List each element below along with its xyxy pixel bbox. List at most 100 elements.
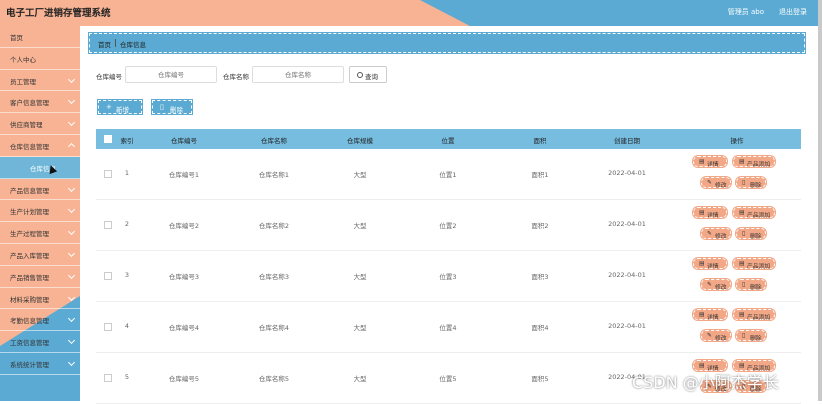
detail-icon: ▤ bbox=[699, 260, 705, 267]
product-add-button[interactable]: ▤ 产品添加 bbox=[732, 257, 776, 270]
sidebar-item-label: 考勤信息管理 bbox=[10, 317, 49, 326]
sidebar-item[interactable]: 客户信息管理 bbox=[0, 91, 80, 114]
add-button-label: 新增 bbox=[116, 106, 129, 114]
table-cell: 位置2 bbox=[439, 222, 457, 230]
table-row: 2 仓库编号2 仓库名称2 大型 位置2 面积2 2022-04-01 ▤ 详情 ▤ 产品添加 ✎ 修改… bbox=[96, 200, 801, 251]
warehouse-code-input[interactable] bbox=[125, 66, 217, 83]
sidebar-item[interactable]: 个人中心 bbox=[0, 48, 80, 70]
sidebar-item[interactable]: 产品入库管理 bbox=[0, 244, 80, 266]
row-checkbox[interactable] bbox=[104, 170, 112, 178]
sidebar-item[interactable]: 工资信息管理 bbox=[0, 331, 80, 353]
add-button[interactable]: + 新增 bbox=[97, 99, 143, 115]
edit-button[interactable]: ✎ 修改 bbox=[700, 278, 732, 291]
table-cell: 大型 bbox=[353, 375, 367, 383]
detail-button-label: 详情 bbox=[707, 314, 719, 321]
delete-button[interactable]: ▯ 删除 bbox=[735, 227, 767, 240]
breadcrumb-home[interactable]: 首页 bbox=[98, 39, 111, 49]
row-checkbox[interactable] bbox=[104, 221, 112, 229]
delete-button[interactable]: ▯ 删除 bbox=[735, 176, 767, 189]
sidebar-item-label: 生产过程管理 bbox=[10, 230, 49, 239]
sidebar-item[interactable]: 材料采购管理 bbox=[0, 288, 80, 310]
table-cell: 位置3 bbox=[439, 273, 457, 281]
scrollbar[interactable] bbox=[818, 0, 822, 401]
edit-button-label: 修改 bbox=[715, 182, 727, 189]
detail-button[interactable]: ▤ 详情 bbox=[692, 206, 728, 219]
sidebar-item-label: 工资信息管理 bbox=[10, 339, 49, 348]
table-cell: 位置1 bbox=[439, 171, 457, 179]
table-cell: 位置5 bbox=[439, 375, 457, 383]
sidebar-item[interactable]: 产品信息管理 bbox=[0, 179, 80, 201]
sidebar-item[interactable]: 考勤信息管理 bbox=[0, 309, 80, 332]
edit-button[interactable]: ✎ 修改 bbox=[700, 329, 732, 342]
sidebar-item-label: 个人中心 bbox=[10, 55, 36, 64]
edit-icon: ✎ bbox=[707, 281, 712, 288]
table-row: 3 仓库编号3 仓库名称3 大型 位置3 面积3 2022-04-01 ▤ 详情 ▤ 产品添加 ✎ 修改… bbox=[96, 251, 801, 302]
chevron-down-icon bbox=[67, 206, 76, 214]
sidebar-subitem[interactable]: 仓库信息 bbox=[0, 156, 80, 179]
table-cell: 仓库编号2 bbox=[168, 222, 200, 230]
sidebar-item[interactable]: 系统统计管理 bbox=[0, 353, 80, 375]
sidebar-item[interactable]: 生产计划管理 bbox=[0, 200, 80, 223]
delete-button-label: 删除 bbox=[750, 233, 762, 240]
edit-button[interactable]: ✎ 修改 bbox=[700, 227, 732, 240]
chevron-down-icon bbox=[67, 228, 76, 236]
table-cell: 面积2 bbox=[531, 222, 549, 230]
sidebar-item-label: 产品销售管理 bbox=[10, 273, 49, 282]
chevron-down-icon bbox=[67, 97, 76, 105]
trash-icon: ▯ bbox=[742, 179, 746, 186]
select-all-checkbox[interactable] bbox=[104, 135, 112, 143]
detail-button[interactable]: ▤ 详情 bbox=[692, 257, 728, 270]
table-cell: 5 bbox=[124, 373, 130, 381]
detail-button-label: 详情 bbox=[707, 263, 719, 270]
product-add-button-label: 产品添加 bbox=[747, 212, 771, 219]
detail-button[interactable]: ▤ 详情 bbox=[692, 308, 728, 321]
delete-button-label: 删除 bbox=[750, 335, 762, 342]
table-cell: 仓库名称2 bbox=[258, 222, 290, 230]
sidebar-item[interactable]: 员工管理 bbox=[0, 70, 80, 92]
query-button[interactable]: 查询 bbox=[349, 66, 387, 83]
edit-button-label: 修改 bbox=[715, 284, 727, 291]
table-cell: 2022-04-01 bbox=[608, 271, 646, 279]
row-checkbox[interactable] bbox=[104, 323, 112, 331]
edit-icon: ✎ bbox=[707, 230, 712, 237]
batch-delete-button[interactable]: ▯ 删除 bbox=[151, 99, 193, 115]
sidebar-item[interactable]: 供应商管理 bbox=[0, 113, 80, 135]
row-checkbox[interactable] bbox=[104, 374, 112, 382]
sidebar: 首页个人中心员工管理 客户信息管理 供应商管理 仓库信息管理 仓库信息 产品信息管理 生产计… bbox=[0, 26, 80, 401]
chevron-down-icon bbox=[67, 249, 76, 258]
delete-button-label: 删除 bbox=[750, 284, 762, 291]
trash-icon: ▯ bbox=[160, 103, 164, 111]
sidebar-item[interactable]: 产品销售管理 bbox=[0, 266, 80, 288]
table-body: 1 仓库编号1 仓库名称1 大型 位置1 面积1 2022-04-01 ▤ 详情 ▤ 产品添加 ✎ 修改… bbox=[96, 149, 801, 404]
product-add-button-label: 产品添加 bbox=[747, 263, 771, 270]
sidebar-item[interactable]: 生产过程管理 bbox=[0, 222, 80, 244]
sidebar-item[interactable]: 仓库信息管理 bbox=[0, 135, 80, 157]
table-cell: 面积5 bbox=[531, 375, 549, 383]
detail-button[interactable]: ▤ 详情 bbox=[692, 155, 728, 168]
breadcrumb-separator bbox=[115, 39, 116, 47]
chevron-down-icon bbox=[67, 184, 76, 192]
detail-icon: ▤ bbox=[699, 209, 705, 216]
search-icon bbox=[357, 72, 363, 78]
warehouse-name-input[interactable] bbox=[252, 66, 344, 83]
trash-icon: ▯ bbox=[742, 281, 746, 288]
product-add-button[interactable]: ▤ 产品添加 bbox=[732, 206, 776, 219]
product-add-button[interactable]: ▤ 产品添加 bbox=[732, 155, 776, 168]
delete-button[interactable]: ▯ 删除 bbox=[735, 278, 767, 291]
sidebar-item[interactable]: 首页 bbox=[0, 26, 80, 48]
chevron-down-icon bbox=[67, 315, 76, 323]
top-header: 电子工厂进销存管理系统 管理员 abo 退出登录 bbox=[0, 0, 822, 26]
edit-button[interactable]: ✎ 修改 bbox=[700, 176, 732, 189]
product-add-icon: ▤ bbox=[739, 209, 745, 216]
delete-button[interactable]: ▯ 删除 bbox=[735, 329, 767, 342]
table-cell: 大型 bbox=[353, 273, 367, 281]
plus-icon: + bbox=[106, 103, 112, 111]
column-header: 仓库编号 bbox=[171, 137, 197, 145]
logout-link[interactable]: 退出登录 bbox=[779, 7, 807, 17]
product-add-button[interactable]: ▤ 产品添加 bbox=[732, 308, 776, 321]
chevron-down-icon bbox=[67, 293, 76, 301]
table-cell: 1 bbox=[124, 169, 130, 177]
product-add-button-label: 产品添加 bbox=[747, 314, 771, 321]
row-checkbox[interactable] bbox=[104, 272, 112, 280]
product-add-button-label: 产品添加 bbox=[747, 161, 771, 168]
